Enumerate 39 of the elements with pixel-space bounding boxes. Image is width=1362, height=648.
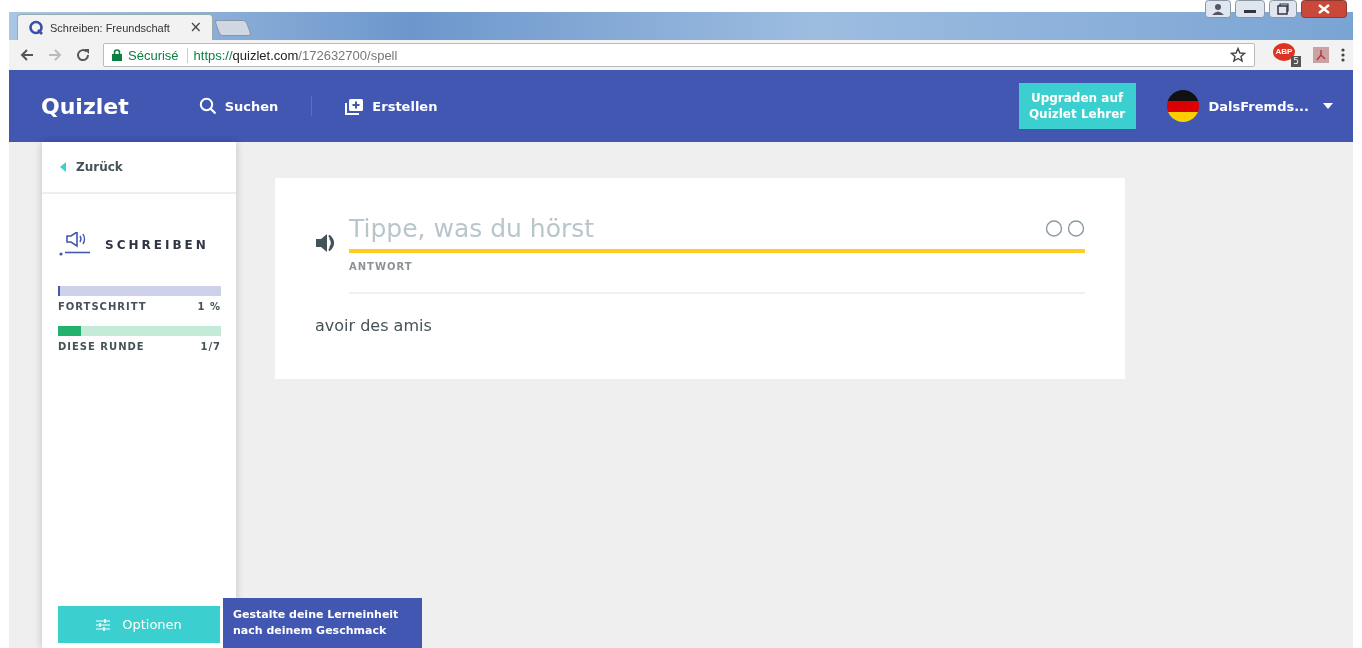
progress-value: 1/7 xyxy=(200,341,221,352)
progress-value: 1 % xyxy=(197,301,221,312)
mode-title: SCHREIBEN xyxy=(105,238,209,252)
close-icon[interactable]: × xyxy=(189,20,202,35)
prompt-text: avoir des amis xyxy=(315,316,433,335)
pdf-icon[interactable] xyxy=(1313,47,1329,63)
security-label: Sécurisé xyxy=(128,47,188,63)
close-icon[interactable] xyxy=(1301,0,1347,18)
back-icon[interactable] xyxy=(19,47,35,63)
tab-title: Schreiben: Freundschaft xyxy=(50,21,171,34)
star-icon[interactable] xyxy=(1230,47,1246,63)
quizlet-logo[interactable]: Quizlet xyxy=(41,93,129,119)
add-card-icon xyxy=(345,97,365,115)
search-icon xyxy=(198,97,217,115)
reload-icon[interactable] xyxy=(75,47,91,63)
menu-icon[interactable] xyxy=(1341,48,1345,62)
attempt-circles-icon xyxy=(1045,220,1085,237)
flag-icon xyxy=(1166,90,1199,122)
sliders-icon xyxy=(96,618,111,631)
nav-link[interactable]: Suchen xyxy=(198,97,279,115)
progress-label: DIESE RUNDE xyxy=(58,341,145,352)
answer-label: ANTWORT xyxy=(349,261,1085,294)
caret-icon xyxy=(1323,103,1333,109)
answer-field[interactable]: Tippe, was du hörst xyxy=(349,214,1045,243)
lock-icon xyxy=(112,49,122,61)
progress-label: FORTSCHRITT xyxy=(58,301,147,312)
browser-tab[interactable]: Schreiben: Freundschaft × xyxy=(17,14,213,40)
caret-icon xyxy=(60,162,66,172)
restore-icon[interactable] xyxy=(1269,0,1297,18)
address-bar[interactable]: Sécurisé https://quizlet.com/172632700/spell xyxy=(103,43,1255,67)
user-menu[interactable]: DalsFremds... xyxy=(1166,90,1333,122)
nav-link[interactable]: Erstellen xyxy=(345,97,438,115)
back-link[interactable]: Zurück xyxy=(42,142,236,194)
speaker-icon xyxy=(59,232,91,258)
quizlet-logo-icon xyxy=(28,19,44,36)
tooltip: Gestalte deine Lerneinheit nach deinem Geschmack xyxy=(223,598,422,648)
minimize-icon[interactable] xyxy=(1235,0,1265,18)
url-text: https://quizlet.com/172632700/spell xyxy=(193,47,399,63)
user-icon[interactable] xyxy=(1205,0,1231,18)
